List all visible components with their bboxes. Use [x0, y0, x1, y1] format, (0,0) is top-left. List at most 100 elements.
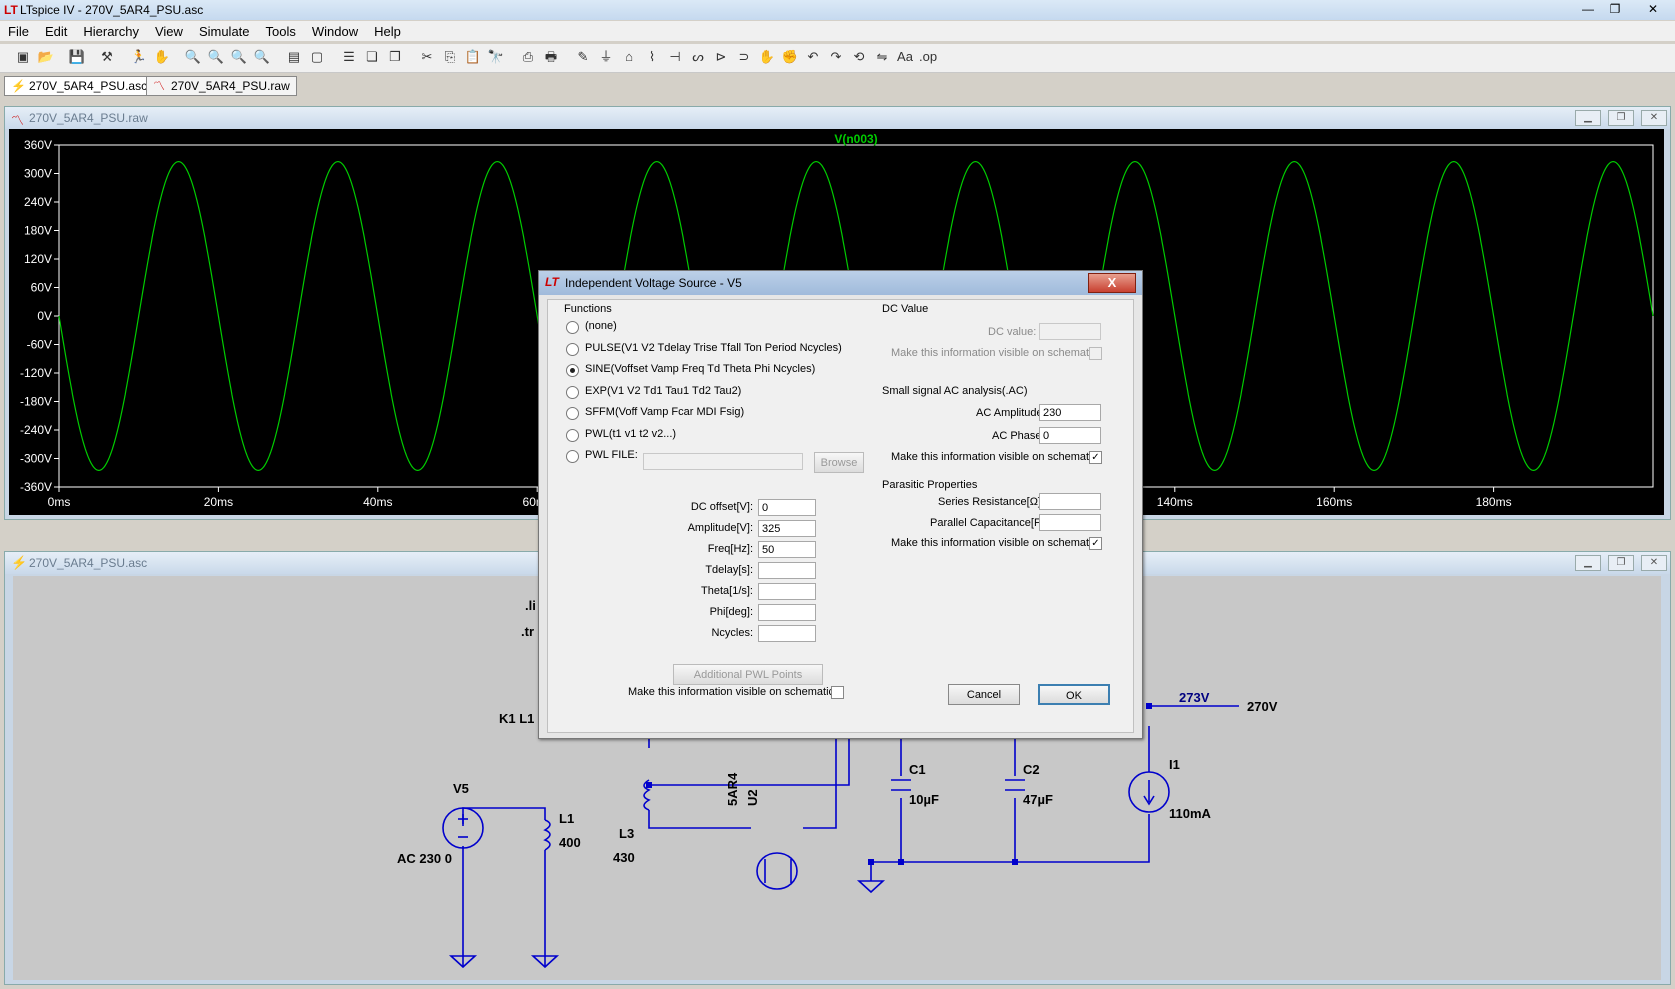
- function-radio-3[interactable]: [566, 385, 579, 399]
- param-input-1[interactable]: 325: [758, 520, 816, 537]
- function-radio-1[interactable]: [566, 342, 579, 356]
- visible-on-schematic-checkbox[interactable]: [831, 686, 844, 699]
- i1-label[interactable]: I1: [1169, 757, 1180, 772]
- menu-help[interactable]: Help: [366, 21, 409, 42]
- param-input-5[interactable]: [758, 604, 816, 621]
- spice-directive-icon[interactable]: .op: [919, 48, 937, 66]
- i1-value[interactable]: 110mA: [1169, 806, 1211, 821]
- ac-visible-checkbox[interactable]: ✓: [1089, 451, 1102, 464]
- minimize-icon[interactable]: —: [1575, 1, 1601, 17]
- autorange-icon[interactable]: ▤: [285, 48, 303, 66]
- parallel-capacitance-input[interactable]: [1039, 514, 1101, 531]
- ok-button[interactable]: OK: [1038, 684, 1110, 705]
- zoom-in-icon[interactable]: 🔍: [184, 48, 202, 66]
- paste-icon[interactable]: 📋: [464, 48, 482, 66]
- close-icon[interactable]: ✕: [1641, 110, 1667, 126]
- parasitic-visible-checkbox[interactable]: ✓: [1089, 537, 1102, 550]
- pan-icon[interactable]: 🔍: [207, 48, 225, 66]
- tile-vertical-icon[interactable]: ❐: [386, 48, 404, 66]
- function-label-0[interactable]: (none): [585, 320, 617, 332]
- mirror-icon[interactable]: ⇋: [873, 48, 891, 66]
- l1-label[interactable]: L1: [559, 811, 574, 826]
- additional-pwl-points-button[interactable]: Additional PWL Points: [673, 664, 823, 685]
- function-label-5[interactable]: PWL(t1 v1 t2 v2...): [585, 428, 676, 440]
- minimize-icon[interactable]: ▁: [1575, 555, 1601, 571]
- rotate-icon[interactable]: ⟲: [850, 48, 868, 66]
- menu-edit[interactable]: Edit: [37, 21, 75, 42]
- u2-label[interactable]: U2: [745, 789, 760, 806]
- control-panel-icon[interactable]: ⚒: [98, 48, 116, 66]
- function-label-2[interactable]: SINE(Voffset Vamp Freq Td Theta Phi Ncyc…: [585, 363, 815, 375]
- run-icon[interactable]: 🏃: [130, 48, 148, 66]
- function-radio-2[interactable]: [566, 364, 579, 377]
- function-label-1[interactable]: PULSE(V1 V2 Tdelay Trise Tfall Ton Perio…: [585, 342, 842, 354]
- find-icon[interactable]: 🔭: [487, 48, 505, 66]
- ground-icon[interactable]: ⏚: [597, 48, 615, 66]
- directive-list[interactable]: .li: [525, 598, 536, 613]
- param-input-0[interactable]: 0: [758, 499, 816, 516]
- print-icon[interactable]: 🖶: [542, 48, 560, 66]
- dc-visible-checkbox[interactable]: [1089, 347, 1102, 360]
- component-icon[interactable]: ⊃: [735, 48, 753, 66]
- series-resistance-input[interactable]: [1039, 493, 1101, 510]
- open-icon[interactable]: 📂: [37, 48, 55, 66]
- l3-label[interactable]: L3: [619, 826, 634, 841]
- delete-trace-icon[interactable]: ▢: [308, 48, 326, 66]
- restore-icon[interactable]: ❐: [1602, 1, 1628, 17]
- function-radio-5[interactable]: [566, 428, 579, 442]
- ac-phase-input[interactable]: 0: [1039, 427, 1101, 444]
- undo-icon[interactable]: ↶: [804, 48, 822, 66]
- dc-value-input[interactable]: [1039, 323, 1101, 340]
- redo-icon[interactable]: ↷: [827, 48, 845, 66]
- halt-icon[interactable]: ✋: [153, 48, 171, 66]
- l3-value[interactable]: 430: [613, 850, 635, 865]
- ac-amplitude-input[interactable]: 230: [1039, 404, 1101, 421]
- directive-tran[interactable]: .tr: [521, 624, 534, 639]
- trace-name-label[interactable]: V(n003): [834, 132, 877, 146]
- k1-directive[interactable]: K1 L1: [499, 711, 534, 726]
- new-schematic-icon[interactable]: ▣: [14, 48, 32, 66]
- zoom-out-icon[interactable]: 🔍: [230, 48, 248, 66]
- function-radio-6[interactable]: [566, 450, 579, 463]
- menu-window[interactable]: Window: [304, 21, 366, 42]
- tile-horizontal-icon[interactable]: ☰: [340, 48, 358, 66]
- tab-schematic[interactable]: ⚡ 270V_5AR4_PSU.asc: [4, 76, 155, 96]
- c1-label[interactable]: C1: [909, 762, 926, 777]
- inductor-icon[interactable]: ᔕ: [689, 48, 707, 66]
- param-input-4[interactable]: [758, 583, 816, 600]
- browse-button[interactable]: Browse: [814, 452, 864, 473]
- param-input-3[interactable]: [758, 562, 816, 579]
- net-label-out[interactable]: 270V: [1247, 699, 1277, 714]
- param-input-2[interactable]: 50: [758, 541, 816, 558]
- wire-icon[interactable]: ✎: [574, 48, 592, 66]
- dialog-close-button[interactable]: X: [1088, 273, 1136, 293]
- cascade-icon[interactable]: ❏: [363, 48, 381, 66]
- v5-value[interactable]: AC 230 0: [397, 851, 452, 866]
- menu-file[interactable]: File: [0, 21, 37, 42]
- pwl-file-input[interactable]: [643, 453, 803, 470]
- close-icon[interactable]: ✕: [1641, 555, 1667, 571]
- function-label-6[interactable]: PWL FILE:: [585, 449, 638, 461]
- print-setup-icon[interactable]: ⎙: [519, 48, 537, 66]
- text-icon[interactable]: Aa: [896, 48, 914, 66]
- diode-icon[interactable]: ⊳: [712, 48, 730, 66]
- move-icon[interactable]: ✋: [758, 48, 776, 66]
- c1-value[interactable]: 10µF: [909, 792, 939, 807]
- zoom-fit-icon[interactable]: 🔍: [253, 48, 271, 66]
- resistor-icon[interactable]: ⌇: [643, 48, 661, 66]
- copy-icon[interactable]: ⎘: [441, 48, 459, 66]
- menu-hierarchy[interactable]: Hierarchy: [75, 21, 147, 42]
- c2-value[interactable]: 47µF: [1023, 792, 1053, 807]
- function-radio-4[interactable]: [566, 407, 579, 420]
- restore-icon[interactable]: ❐: [1608, 555, 1634, 571]
- close-icon[interactable]: ✕: [1640, 1, 1666, 17]
- function-label-4[interactable]: SFFM(Voff Vamp Fcar MDI Fsig): [585, 406, 744, 418]
- capacitor-icon[interactable]: ⊣: [666, 48, 684, 66]
- restore-icon[interactable]: ❐: [1608, 110, 1634, 126]
- function-label-3[interactable]: EXP(V1 V2 Td1 Tau1 Td2 Tau2): [585, 385, 741, 397]
- cancel-button[interactable]: Cancel: [948, 684, 1020, 705]
- label-net-icon[interactable]: ⌂: [620, 48, 638, 66]
- menu-view[interactable]: View: [147, 21, 191, 42]
- u2-value[interactable]: 5AR4: [725, 773, 740, 806]
- save-icon[interactable]: 💾: [68, 48, 86, 66]
